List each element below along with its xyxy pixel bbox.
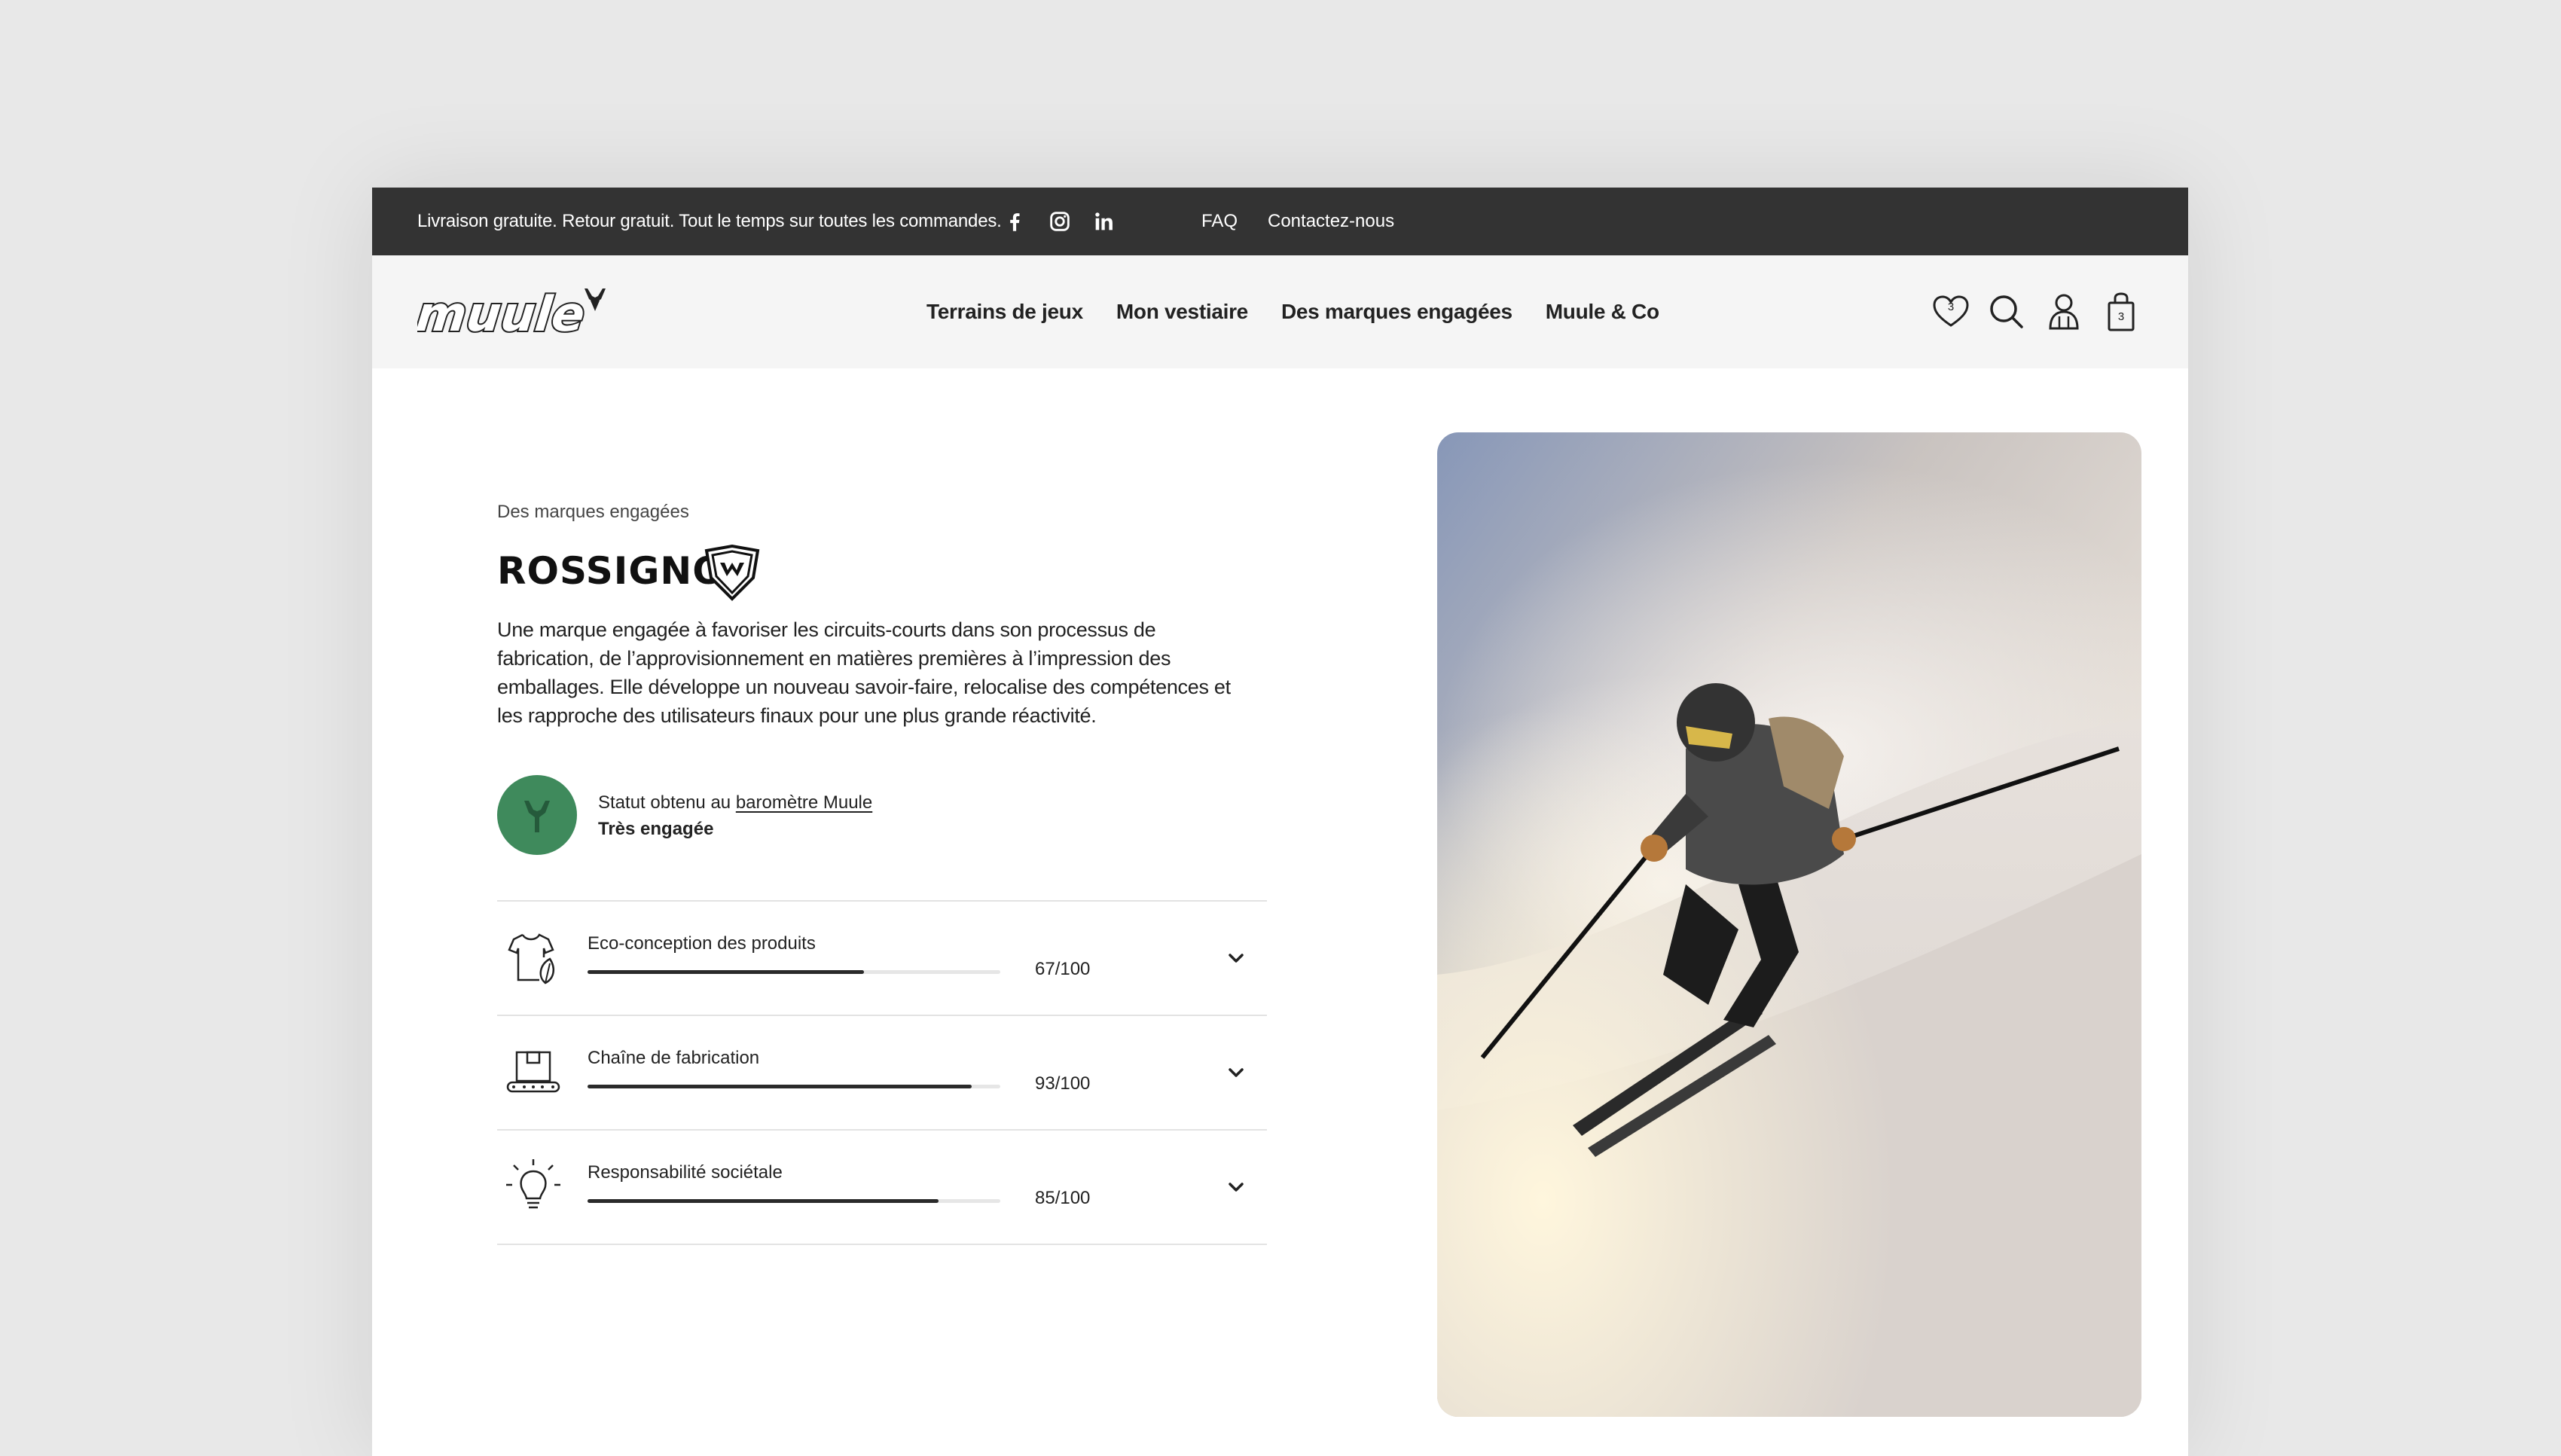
chevron-down-icon[interactable] [1225, 1176, 1247, 1198]
main-menu: Terrains de jeux Mon vestiaire Des marqu… [926, 255, 1659, 368]
criterion-score: 93/100 [1035, 1073, 1091, 1094]
main-nav: muule Terrains de jeux Mon vestiaire Des… [372, 255, 2188, 368]
criterion-label: Eco-conception des produits [588, 933, 816, 954]
hero-image-skier [1437, 432, 2141, 1417]
chevron-down-icon[interactable] [1225, 947, 1247, 969]
menu-item-terrains[interactable]: Terrains de jeux [926, 300, 1083, 324]
eco-tshirt-icon [503, 927, 563, 987]
muule-logo[interactable]: muule [412, 278, 606, 344]
factory-box-icon [503, 1042, 563, 1102]
status-prefix: Statut obtenu au [598, 792, 736, 813]
barometre-link[interactable]: baromètre Muule [736, 792, 872, 813]
menu-item-muule-co[interactable]: Muule & Co [1546, 300, 1659, 324]
criterion-label: Responsabilité sociétale [588, 1162, 783, 1183]
progress-fill [588, 1199, 939, 1203]
faq-link[interactable]: FAQ [1201, 188, 1238, 255]
facebook-icon[interactable] [1002, 209, 1027, 234]
page-frame: Livraison gratuite. Retour gratuit. Tout… [372, 188, 2188, 1456]
breadcrumb-eyebrow: Des marques engagées [497, 502, 689, 522]
bag-icon[interactable]: 3 [2100, 291, 2142, 333]
status-text: Statut obtenu au baromètre Muule [598, 792, 872, 813]
instagram-icon[interactable] [1047, 209, 1073, 234]
progress-fill [588, 970, 865, 974]
promo-text: Livraison gratuite. Retour gratuit. Tout… [417, 211, 1002, 231]
chevron-down-icon[interactable] [1225, 1061, 1247, 1084]
criterion-label: Chaîne de fabrication [588, 1048, 760, 1068]
heart-icon[interactable]: 3 [1930, 291, 1972, 333]
status-value: Très engagée [598, 819, 714, 839]
svg-text:muule: muule [417, 286, 588, 338]
menu-item-vestiaire[interactable]: Mon vestiaire [1116, 300, 1248, 324]
top-bar: Livraison gratuite. Retour gratuit. Tout… [372, 188, 2188, 255]
brand-description: Une marque engagée à favoriser les circu… [497, 618, 1231, 727]
rossignol-logo: ROSSIGNOL [497, 543, 768, 611]
status-badge [497, 775, 577, 855]
progress-track [588, 1085, 1000, 1088]
search-icon[interactable] [1986, 291, 2028, 333]
contact-link[interactable]: Contactez-nous [1268, 188, 1394, 255]
progress-track [588, 1199, 1000, 1203]
criterion-row[interactable]: Chaîne de fabrication 93/100 [497, 1015, 1267, 1129]
account-icon[interactable] [2043, 291, 2085, 333]
lightbulb-icon [503, 1156, 563, 1216]
criterion-score: 85/100 [1035, 1188, 1091, 1208]
linkedin-icon[interactable] [1091, 209, 1117, 234]
criterion-score: 67/100 [1035, 959, 1091, 979]
criterion-row[interactable]: Responsabilité sociétale 85/100 [497, 1129, 1267, 1245]
progress-track [588, 970, 1000, 974]
criteria-list: Eco-conception des produits 67/100 Chaîn… [497, 900, 1267, 1245]
cart-count: 3 [2117, 310, 2125, 323]
progress-fill [588, 1085, 972, 1088]
wishlist-count: 3 [1947, 301, 1955, 313]
menu-item-marques[interactable]: Des marques engagées [1281, 300, 1512, 324]
criterion-row[interactable]: Eco-conception des produits 67/100 [497, 900, 1267, 1015]
